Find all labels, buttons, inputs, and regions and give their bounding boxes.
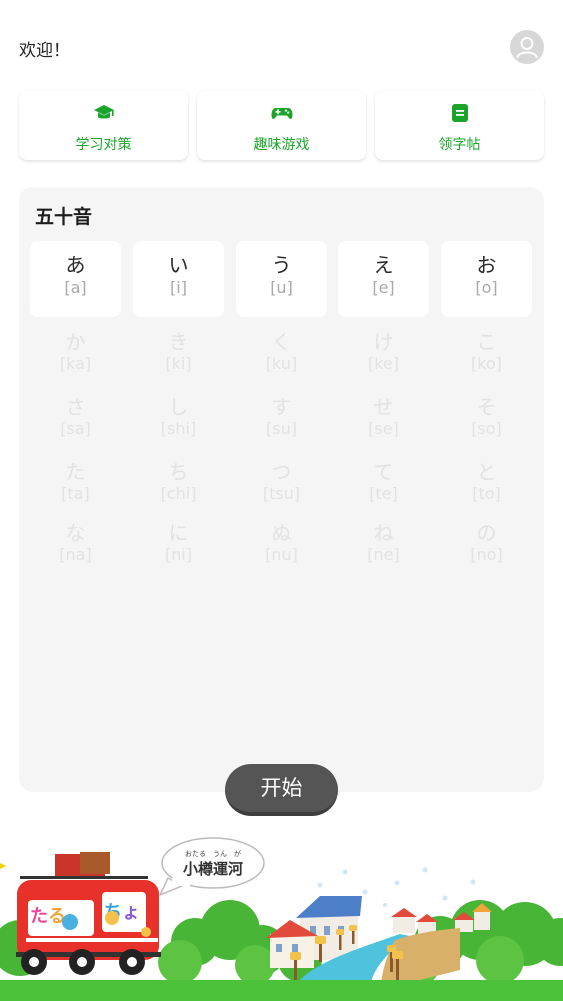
kana-romaji: [tsu] <box>262 484 301 503</box>
kana-romaji: [su] <box>266 419 297 438</box>
kana-romaji: [ka] <box>59 354 92 373</box>
kana-character: と <box>476 460 497 484</box>
header: 欢迎！ <box>0 0 563 90</box>
kana-character: な <box>65 521 86 545</box>
kana-cell: な [na] <box>30 515 121 591</box>
kana-romaji: [te] <box>369 484 398 503</box>
kana-character: つ <box>271 460 292 484</box>
kana-character: き <box>168 330 189 354</box>
kana-character: て <box>373 460 394 484</box>
kana-romaji: [ki] <box>165 354 192 373</box>
start-button[interactable]: 开始 <box>225 764 338 816</box>
kana-romaji: [shi] <box>160 419 197 438</box>
kana-cell[interactable]: い [i] <box>133 241 224 317</box>
bubble-text: 小樽運河 <box>182 860 243 878</box>
kana-romaji: [chi] <box>160 484 197 503</box>
kana-cell[interactable]: え [e] <box>338 241 429 317</box>
kana-romaji: [nu] <box>265 545 298 564</box>
kana-romaji: [ke] <box>367 354 400 373</box>
copybook-card[interactable]: 领字帖 <box>375 90 544 160</box>
kana-character: え <box>373 253 394 277</box>
kana-romaji: [to] <box>472 484 501 503</box>
kana-character: し <box>168 395 189 419</box>
kana-character: け <box>373 330 394 354</box>
kana-character: く <box>271 330 292 354</box>
kana-cell[interactable]: あ [a] <box>30 241 121 317</box>
feature-cards: 学习对策 趣味游戏 领字帖 <box>19 90 544 162</box>
kana-romaji: [sa] <box>60 419 91 438</box>
kana-romaji: [na] <box>59 545 92 564</box>
gojuon-title: 五十音 <box>35 206 93 228</box>
kana-character: う <box>271 253 292 277</box>
kana-character: ね <box>373 521 394 545</box>
fun-games-label: 趣味游戏 <box>253 137 310 153</box>
copybook-label: 领字帖 <box>438 137 481 153</box>
kana-romaji: [ko] <box>471 354 502 373</box>
kana-cell: ぬ [nu] <box>236 515 327 591</box>
gojuon-panel: 五十音 あ [a] い [i] う [u] え [e] お [o] か [ka] き [ki] く [ku] け… <box>19 187 544 792</box>
kana-romaji: [ku] <box>265 354 298 373</box>
kana-character: こ <box>476 330 497 354</box>
kana-character: の <box>476 521 497 545</box>
kana-character: ち <box>168 460 189 484</box>
kana-character: か <box>65 330 86 354</box>
kana-romaji: [e] <box>372 278 395 297</box>
kana-romaji: [ta] <box>61 484 90 503</box>
fun-games-card[interactable]: 趣味游戏 <box>197 90 366 160</box>
svg-text:ょ: ょ <box>122 902 140 922</box>
kana-romaji: [no] <box>470 545 503 564</box>
kana-cell: の [no] <box>441 515 532 591</box>
kana-character: た <box>65 460 86 484</box>
kana-romaji: [a] <box>64 278 87 297</box>
kana-romaji: [se] <box>368 419 399 438</box>
kana-character: あ <box>65 253 86 277</box>
study-strategy-label: 学习对策 <box>75 137 132 153</box>
kana-character: す <box>271 395 292 419</box>
svg-text:た: た <box>30 906 48 926</box>
otaru-canal-illustration: た る ち ょ おたる うん が 小樽運河 <box>0 830 563 1001</box>
study-strategy-card[interactable]: 学习对策 <box>19 90 188 160</box>
kana-cell: ね [ne] <box>338 515 429 591</box>
gamepad-icon <box>271 108 293 119</box>
kana-character: に <box>168 521 189 545</box>
kana-romaji: [u] <box>270 278 293 297</box>
kana-romaji: [ni] <box>164 545 193 564</box>
graduation-cap-icon <box>94 105 114 119</box>
kana-cell: に [ni] <box>133 515 224 591</box>
kana-romaji: [o] <box>475 278 498 297</box>
kana-character: い <box>168 253 189 277</box>
kana-character: せ <box>373 395 394 419</box>
kana-cell[interactable]: う [u] <box>236 241 327 317</box>
kana-cell[interactable]: お [o] <box>441 241 532 317</box>
welcome-text: 欢迎！ <box>19 41 70 61</box>
kana-romaji: [so] <box>471 419 502 438</box>
kana-romaji: [ne] <box>367 545 400 564</box>
kana-character: そ <box>476 395 497 419</box>
kana-character: さ <box>65 395 86 419</box>
user-avatar-icon[interactable] <box>510 30 544 64</box>
kana-romaji: [i] <box>170 278 187 297</box>
copybook-icon <box>452 104 468 122</box>
kana-character: お <box>476 253 497 277</box>
kana-character: ぬ <box>271 521 292 545</box>
